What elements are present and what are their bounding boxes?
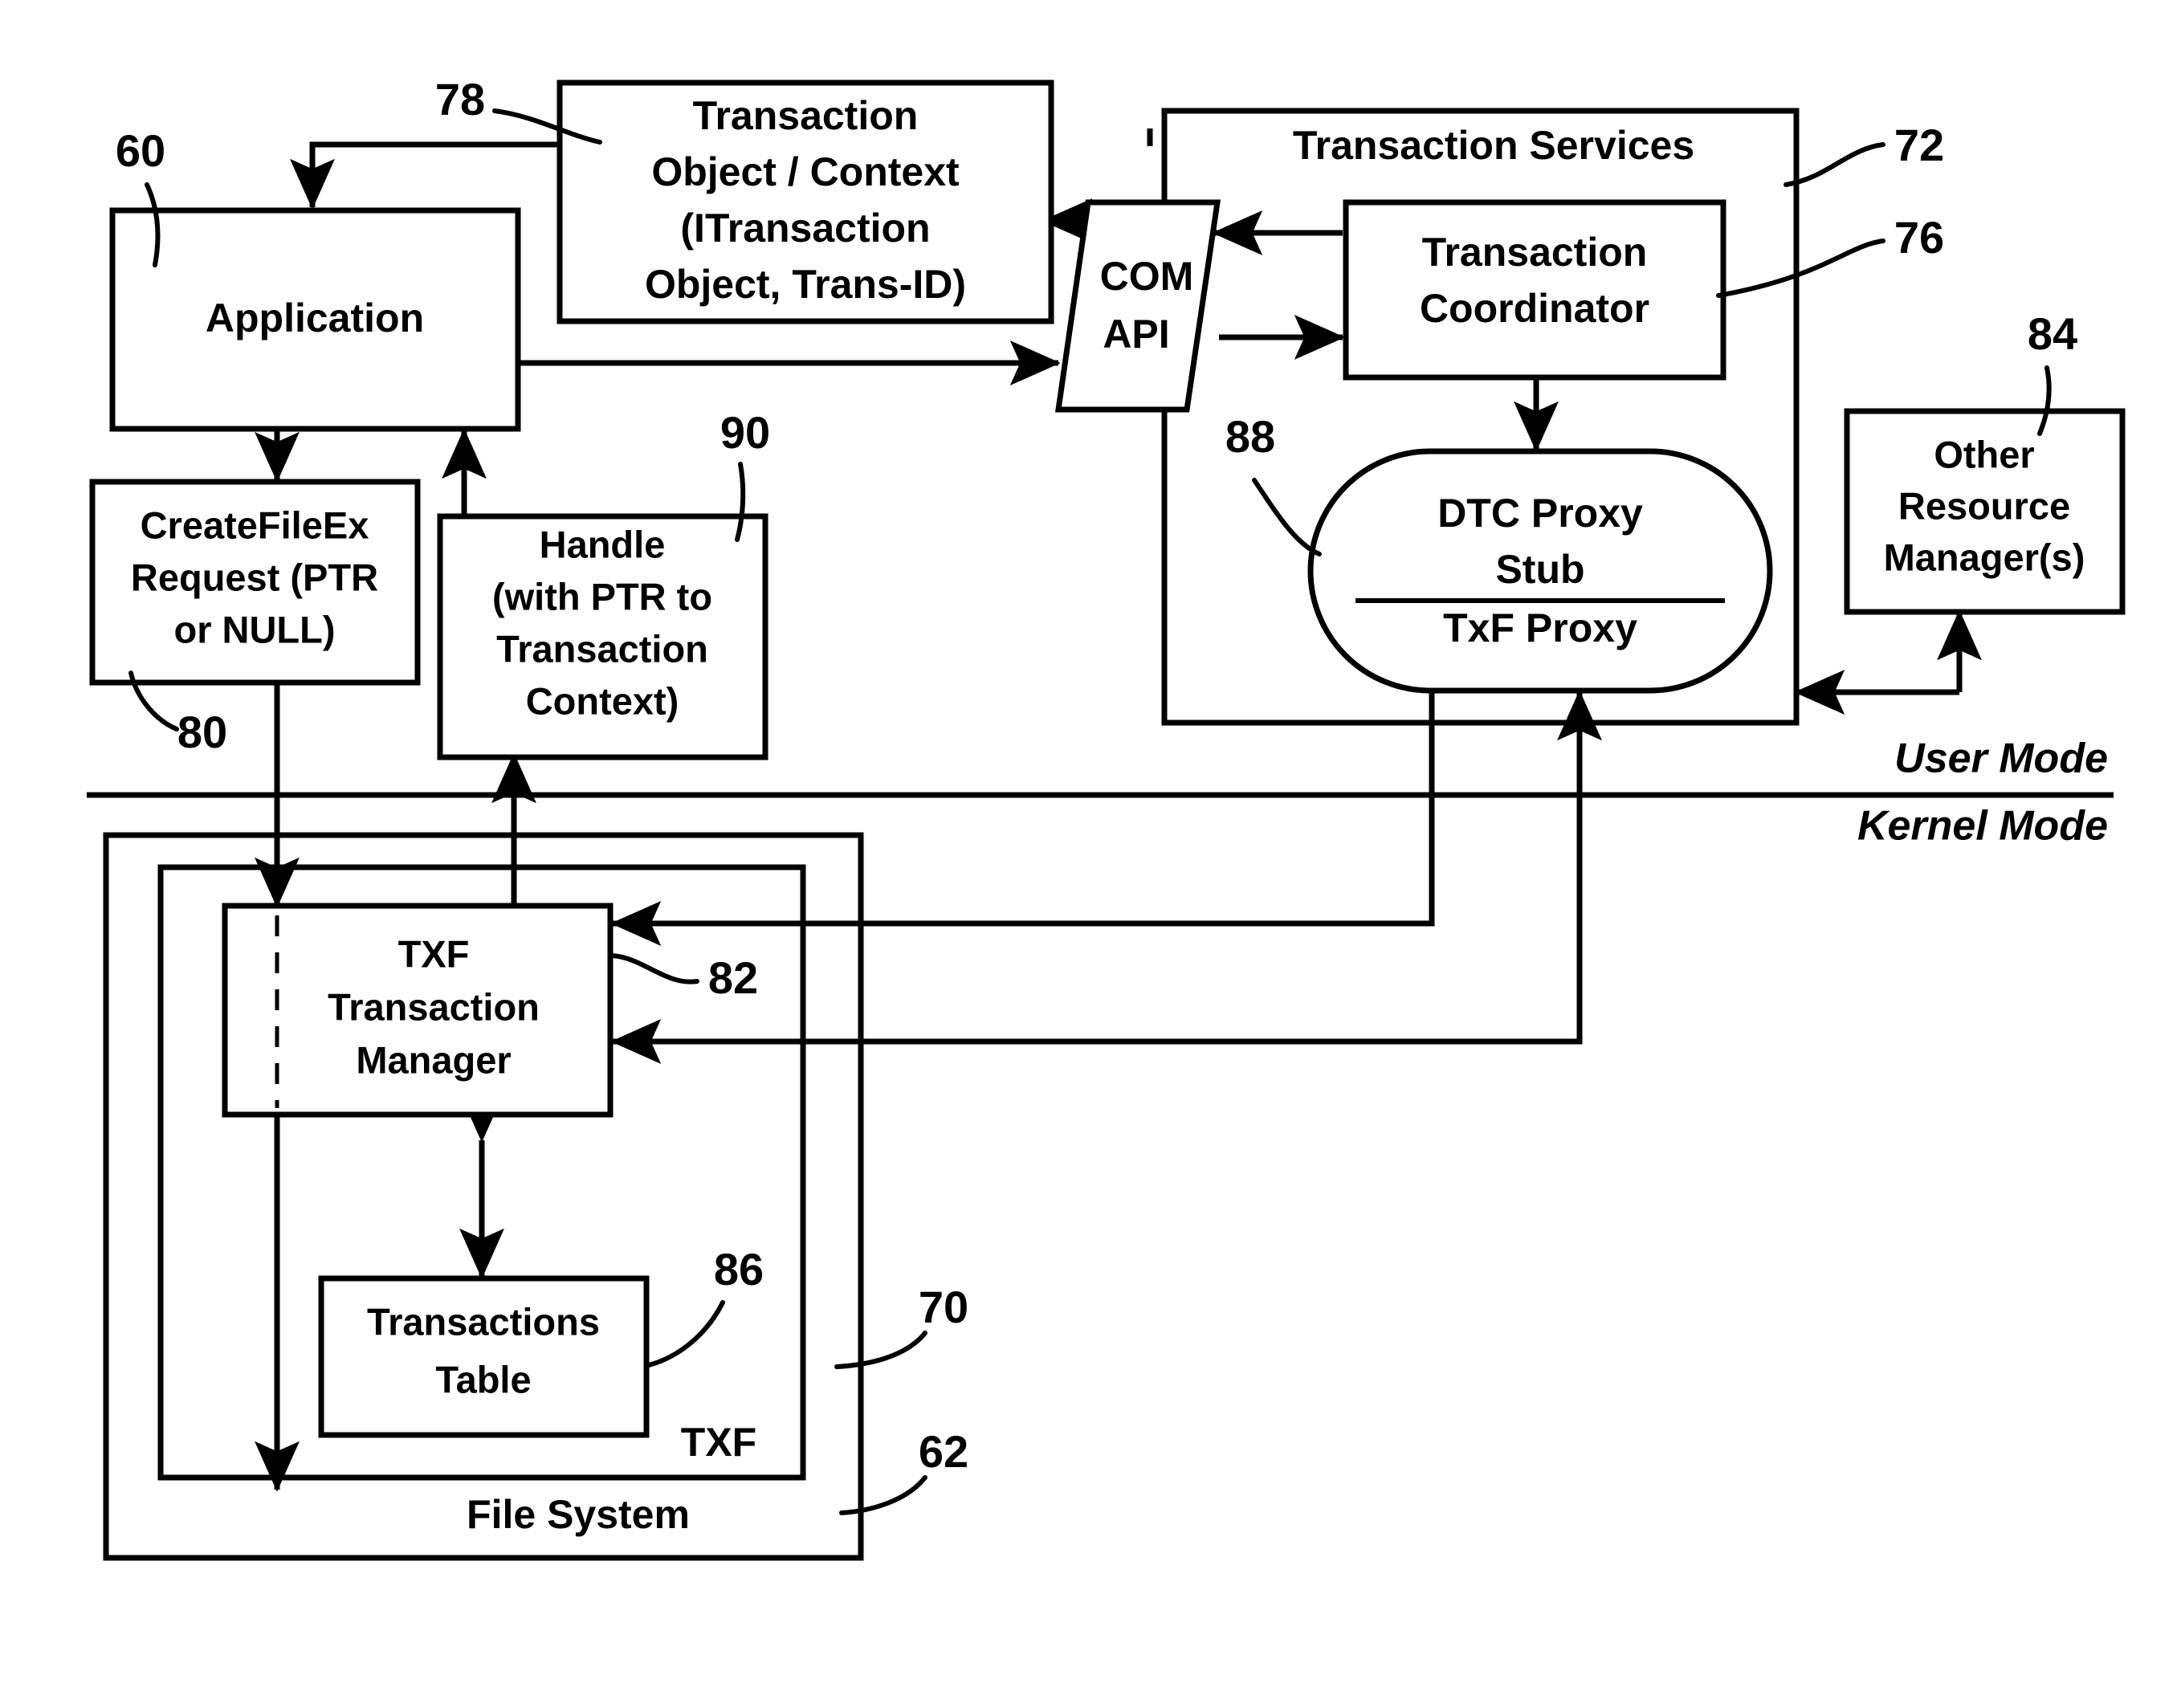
refnum-62-leader — [839, 1475, 927, 1515]
transactions-table-line1: Transactions — [367, 1300, 600, 1343]
refnum-80-text: 80 — [177, 707, 227, 757]
other-resource-manager-line1: Other — [1934, 433, 2034, 475]
com-api-shape[interactable]: COM API — [1054, 199, 1221, 413]
application-label: Application — [206, 296, 424, 340]
refnum-dtc-proxy: 88 — [1225, 411, 1322, 556]
other-resource-manager-box[interactable]: Other Resource Manager(s) — [1844, 408, 2126, 615]
refnum-86-text: 86 — [714, 1244, 764, 1294]
other-resource-manager-line2: Resource — [1898, 484, 2070, 527]
dtc-proxy-box[interactable]: DTC Proxy Stub TxF Proxy — [1307, 448, 1773, 694]
other-resource-manager-line3: Manager(s) — [1884, 536, 2085, 578]
refnum-transactions-table: 86 — [646, 1244, 764, 1368]
handle-line2: (with PTR to — [492, 575, 712, 618]
refnum-90-leader — [735, 462, 746, 542]
dtc-proxy-line2: Stub — [1495, 547, 1584, 592]
transaction-services-label: Transaction Services — [1293, 123, 1694, 168]
refnum-transaction-services: 72 — [1784, 120, 1944, 187]
handle-line4: Context) — [526, 679, 679, 722]
file-system-label: File System — [467, 1492, 690, 1537]
application-box[interactable]: Application — [109, 207, 521, 432]
dtc-proxy-line1: DTC Proxy — [1437, 491, 1643, 536]
transaction-coordinator-line2: Coordinator — [1420, 286, 1649, 331]
refnum-72-leader — [1784, 142, 1885, 187]
txf-container-label: TXF — [681, 1420, 756, 1465]
refnum-62-text: 62 — [919, 1426, 968, 1477]
refnum-60-text: 60 — [116, 125, 165, 176]
refnum-76-text: 76 — [1894, 212, 1944, 263]
connector-transaction-object-to-application — [290, 141, 562, 210]
refnum-88-leader — [1252, 478, 1322, 556]
transaction-object-line3: (ITransaction — [680, 206, 930, 251]
createfileex-line1: CreateFileEx — [141, 503, 369, 546]
refnum-82-leader — [609, 953, 699, 984]
refnum-84-text: 84 — [2028, 308, 2077, 359]
txf-transaction-manager-line3: Manager — [356, 1038, 511, 1081]
txf-transaction-manager-box[interactable]: TXF Transaction Manager — [222, 903, 614, 1118]
transaction-object-box[interactable]: Transaction Object / Context (ITransacti… — [556, 79, 1054, 324]
handle-line3: Transaction — [496, 627, 708, 670]
com-api-line2: API — [1103, 312, 1169, 357]
architecture-diagram: Application Transaction Object / Context… — [87, 74, 2126, 1561]
createfileex-box[interactable]: CreateFileEx Request (PTR or NULL) — [89, 479, 421, 686]
refnum-82-text: 82 — [708, 952, 758, 1003]
createfileex-line2: Request (PTR — [131, 556, 378, 598]
txf-transaction-manager-line1: TXF — [398, 932, 470, 975]
dtc-proxy-line3: TxF Proxy — [1443, 605, 1637, 650]
txf-transaction-manager-line2: Transaction — [328, 985, 540, 1028]
mode-divider: User Mode Kernel Mode — [87, 736, 2114, 850]
transaction-coordinator-box[interactable]: Transaction Coordinator — [1343, 199, 1726, 381]
refnum-70-text: 70 — [919, 1282, 968, 1332]
transactions-table-line2: Table — [435, 1358, 531, 1400]
refnum-txf: 70 — [834, 1282, 968, 1369]
createfileex-line3: or NULL) — [173, 608, 335, 650]
refnum-70-leader — [834, 1331, 927, 1369]
transactions-table-box[interactable]: Transactions Table — [318, 1275, 650, 1438]
refnum-76-leader — [1716, 238, 1885, 298]
refnum-90-text: 90 — [720, 407, 770, 458]
refnum-createfileex: 80 — [128, 671, 227, 757]
user-mode-label: User Mode — [1894, 736, 2108, 782]
refnum-transaction-coordinator: 76 — [1716, 212, 1944, 298]
transaction-object-line4: Object, Trans-ID) — [645, 262, 966, 307]
handle-line1: Handle — [540, 523, 666, 565]
figure-canvas: Application Transaction Object / Context… — [0, 0, 2181, 1708]
refnum-72-text: 72 — [1894, 120, 1944, 170]
refnum-88-text: 88 — [1225, 411, 1275, 462]
handle-box[interactable]: Handle (with PTR to Transaction Context) — [437, 513, 768, 760]
com-api-parallelogram — [1054, 199, 1221, 413]
transaction-coordinator-line1: Transaction — [1422, 230, 1648, 275]
kernel-mode-label: Kernel Mode — [1857, 803, 2108, 850]
transaction-object-line1: Transaction — [693, 93, 919, 138]
refnum-txf-transaction-manager: 82 — [609, 952, 758, 1003]
transaction-object-line2: Object / Context — [651, 149, 960, 194]
refnum-78-text: 78 — [435, 74, 485, 124]
refnum-86-leader — [646, 1300, 725, 1368]
com-api-line1: COM — [1100, 254, 1194, 299]
